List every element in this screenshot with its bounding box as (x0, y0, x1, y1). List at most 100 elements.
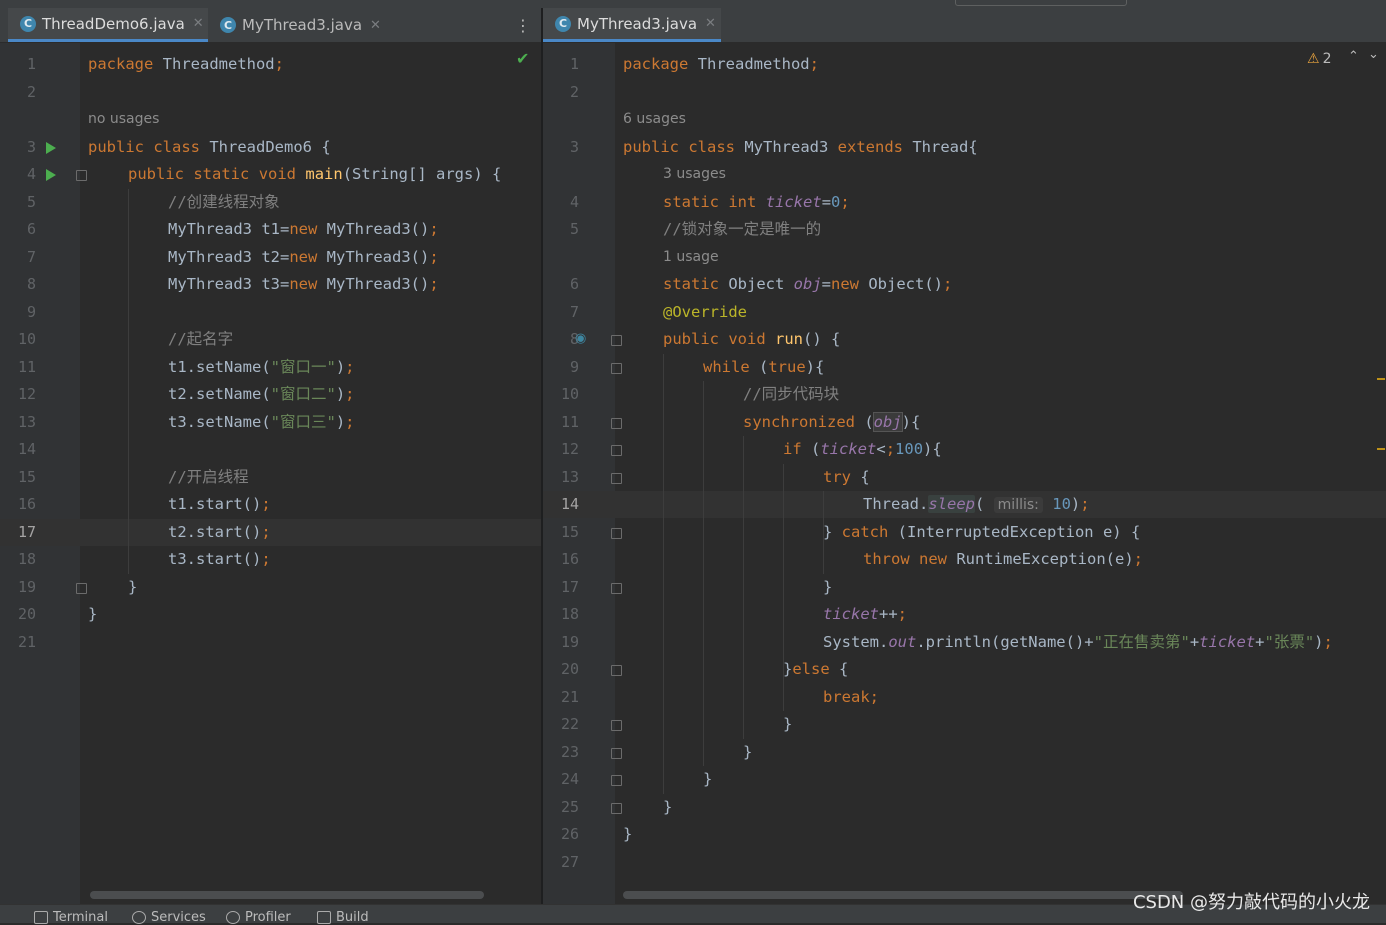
error-stripe-mark[interactable] (1377, 378, 1385, 380)
code-text[interactable]: static Object obj=new Object(); (663, 271, 952, 298)
code-text[interactable]: } (128, 574, 137, 601)
line-number[interactable]: 19 (8, 574, 36, 601)
code-text[interactable]: package Threadmethod; (623, 51, 819, 78)
code-text[interactable]: MyThread3 t3=new MyThread3(); (168, 271, 439, 298)
code-line[interactable]: 17} (543, 574, 1386, 601)
fold-icon[interactable] (611, 445, 622, 456)
code-text[interactable]: //同步代码块 (743, 381, 839, 408)
code-line[interactable]: 24} (543, 766, 1386, 793)
profiler-button[interactable]: Profiler (226, 910, 291, 925)
code-line[interactable]: 21 (0, 629, 541, 656)
line-number[interactable]: 22 (551, 711, 579, 738)
code-line[interactable]: 13 t3.setName("窗口三"); (0, 409, 541, 436)
line-number[interactable]: 12 (551, 436, 579, 463)
code-text[interactable]: throw new RuntimeException(e); (863, 546, 1143, 573)
code-text[interactable]: } catch (InterruptedException e) { (823, 519, 1140, 546)
code-line[interactable]: 2 (543, 79, 1386, 106)
code-text[interactable]: //锁对象一定是唯一的 (663, 216, 821, 243)
code-line[interactable]: 12 t2.setName("窗口二"); (0, 381, 541, 408)
code-text[interactable]: t2.setName("窗口二"); (168, 381, 355, 408)
code-text[interactable]: synchronized (obj){ (743, 409, 920, 436)
code-line[interactable]: 16 t1.start(); (0, 491, 541, 518)
line-number[interactable]: 9 (8, 299, 36, 326)
line-number[interactable]: 27 (551, 849, 579, 876)
line-number[interactable]: 19 (551, 629, 579, 656)
code-line[interactable]: 11 synchronized (obj){ (543, 409, 1386, 436)
line-number[interactable]: 6 (8, 216, 36, 243)
code-line[interactable]: 3 public class MyThread3 extends Thread{ (543, 134, 1386, 161)
code-line[interactable]: 23} (543, 739, 1386, 766)
line-number[interactable]: 17 (551, 574, 579, 601)
code-text[interactable]: try { (823, 464, 870, 491)
code-text[interactable]: while (true){ (703, 354, 824, 381)
more-icon[interactable]: ⋮ (515, 16, 531, 35)
line-number[interactable]: 18 (551, 601, 579, 628)
close-icon[interactable]: ✕ (193, 16, 204, 31)
line-number[interactable]: 1 (8, 51, 36, 78)
line-number[interactable]: 1 (551, 51, 579, 78)
line-number[interactable]: 26 (551, 821, 579, 848)
code-line[interactable]: 26} (543, 821, 1386, 848)
line-number[interactable]: 15 (8, 464, 36, 491)
left-code-editor[interactable]: 1 package Threadmethod; 2 no usages 3 public … (0, 43, 541, 904)
code-line[interactable]: 14 (0, 436, 541, 463)
fold-icon[interactable] (611, 417, 622, 429)
build-button[interactable]: Build (317, 910, 369, 925)
line-number[interactable]: 11 (8, 354, 36, 381)
error-stripe-mark[interactable] (1377, 448, 1385, 450)
code-text[interactable]: } (703, 766, 712, 793)
usages-hint[interactable]: 3 usages (663, 166, 726, 182)
tab-threaddemo6[interactable]: C ThreadDemo6.java ✕ (8, 8, 208, 42)
usages-hint[interactable]: 1 usage (663, 249, 719, 265)
line-number[interactable]: 2 (551, 79, 579, 106)
next-highlight-icon[interactable]: ⌄ (1368, 47, 1379, 62)
line-number[interactable]: 16 (8, 491, 36, 518)
line-number[interactable]: 13 (551, 464, 579, 491)
line-number[interactable]: 13 (8, 409, 36, 436)
terminal-button[interactable]: Terminal (34, 910, 108, 925)
code-text[interactable]: //开启线程 (168, 464, 249, 491)
close-icon[interactable]: ✕ (370, 18, 381, 33)
code-line[interactable]: 1 package Threadmethod; (543, 51, 1386, 78)
line-number[interactable]: 3 (8, 134, 36, 161)
code-text[interactable]: } (783, 711, 792, 738)
code-text[interactable]: package Threadmethod; (88, 51, 284, 78)
code-line[interactable]: 10 //起名字 (0, 326, 541, 353)
line-number[interactable]: 10 (8, 326, 36, 353)
inspection-widget[interactable]: ⚠ 2 (1307, 51, 1331, 67)
line-number[interactable]: 23 (551, 739, 579, 766)
line-number[interactable]: 24 (551, 766, 579, 793)
right-code-editor[interactable]: 1 package Threadmethod; 2 6 usages 3 public c… (543, 43, 1386, 904)
code-line[interactable]: 27 (543, 849, 1386, 876)
fold-icon[interactable] (611, 720, 622, 731)
code-text[interactable]: ticket++; (823, 601, 907, 628)
code-line[interactable]: 8 MyThread3 t3=new MyThread3(); (0, 271, 541, 298)
line-number[interactable]: 9 (551, 354, 579, 381)
code-text[interactable]: t3.start(); (168, 546, 271, 573)
code-line[interactable]: 6 static Object obj=new Object(); (543, 271, 1386, 298)
code-line[interactable]: 7 @Override (543, 299, 1386, 326)
line-number[interactable]: 15 (551, 519, 579, 546)
line-number[interactable]: 8 (8, 271, 36, 298)
code-text[interactable]: t3.setName("窗口三"); (168, 409, 355, 436)
code-line[interactable]: 1 package Threadmethod; (0, 51, 541, 78)
fold-icon[interactable] (611, 775, 622, 786)
code-text[interactable]: //起名字 (168, 326, 233, 353)
code-text[interactable]: public static void main(String[] args) { (128, 161, 501, 188)
code-line[interactable]: 11 t1.setName("窗口一"); (0, 354, 541, 381)
line-number[interactable]: 21 (8, 629, 36, 656)
code-text[interactable]: public void run() { (663, 326, 840, 353)
fold-icon[interactable] (76, 170, 87, 181)
code-text[interactable]: }else { (783, 656, 848, 683)
code-line[interactable]: 12 if (ticket<;100){ (543, 436, 1386, 463)
code-line[interactable]: 3 public class ThreadDemo6 { (0, 134, 541, 161)
line-number[interactable]: 10 (551, 381, 579, 408)
line-number[interactable]: 14 (8, 436, 36, 463)
line-number[interactable]: 6 (551, 271, 579, 298)
fold-icon[interactable] (611, 665, 622, 676)
code-text[interactable]: } (88, 601, 97, 628)
usages-hint[interactable]: no usages (88, 111, 159, 127)
code-line[interactable]: 16 throw new RuntimeException(e); (543, 546, 1386, 573)
line-number[interactable]: 4 (551, 189, 579, 216)
code-line[interactable]: 22} (543, 711, 1386, 738)
